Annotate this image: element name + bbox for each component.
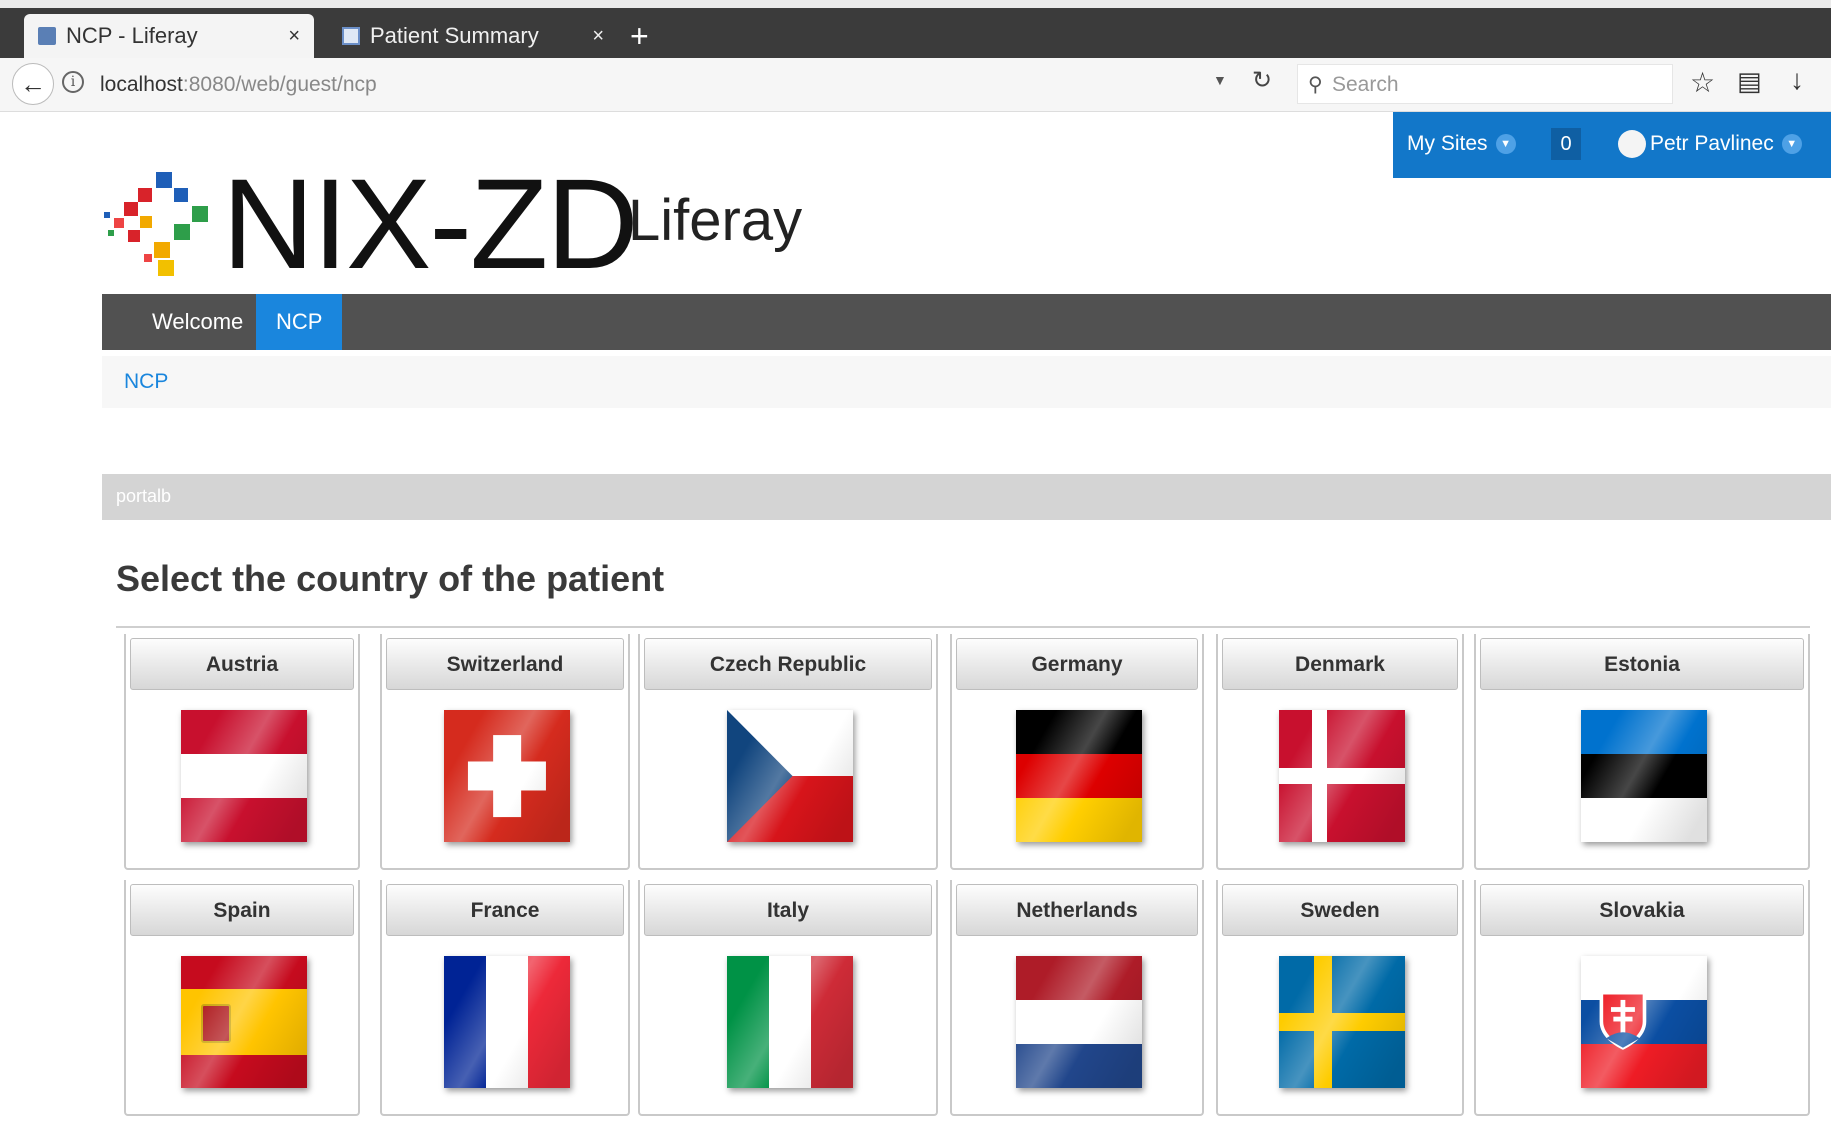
my-sites-menu[interactable]: My Sites ▼	[1407, 132, 1516, 156]
country-cell-france: France	[380, 880, 630, 1116]
tab-label: Patient Summary	[370, 23, 539, 48]
country-cell-italy: Italy	[638, 880, 938, 1116]
sweden-flag-icon[interactable]	[1279, 956, 1405, 1088]
breadcrumb: NCP	[102, 356, 1831, 408]
notification-count[interactable]: 0	[1551, 128, 1581, 160]
country-cell-spain: Spain	[124, 880, 360, 1116]
austria-flag-icon[interactable]	[181, 710, 307, 842]
my-sites-label: My Sites	[1407, 132, 1488, 155]
country-cell-sweden: Sweden	[1216, 880, 1464, 1116]
denmark-flag-icon[interactable]	[1279, 710, 1405, 842]
country-button-italy[interactable]: Italy	[644, 884, 932, 936]
spain-flag-icon[interactable]	[181, 956, 307, 1088]
document-favicon-icon	[342, 27, 360, 45]
germany-flag-icon[interactable]	[1016, 710, 1142, 842]
main-nav: Welcome NCP	[102, 294, 1831, 350]
search-input[interactable]: ⚲ Search	[1297, 64, 1673, 104]
portlet-title-bar: portalb	[102, 474, 1831, 520]
url-input[interactable]: localhost:8080/web/guest/ncp	[100, 68, 1280, 102]
country-button-france[interactable]: France	[386, 884, 624, 936]
nix-zd-logo-icon	[104, 172, 208, 276]
close-icon[interactable]: ×	[592, 25, 604, 48]
chevron-down-icon[interactable]: ▼	[1213, 72, 1227, 88]
netherlands-flag-icon[interactable]	[1016, 956, 1142, 1088]
country-cell-switzerland: Switzerland	[380, 634, 630, 870]
portlet-title: portalb	[116, 486, 172, 506]
bookmark-star-icon[interactable]: ☆	[1690, 66, 1715, 99]
country-button-estonia[interactable]: Estonia	[1480, 638, 1804, 690]
country-button-spain[interactable]: Spain	[130, 884, 354, 936]
country-cell-denmark: Denmark	[1216, 634, 1464, 870]
country-button-netherlands[interactable]: Netherlands	[956, 884, 1198, 936]
country-cell-estonia: Estonia	[1474, 634, 1810, 870]
url-path: :8080/web/guest/ncp	[182, 73, 377, 96]
page-title: Select the country of the patient	[116, 558, 665, 599]
country-button-germany[interactable]: Germany	[956, 638, 1198, 690]
tab-patient-summary[interactable]: Patient Summary ×	[328, 14, 618, 58]
country-button-denmark[interactable]: Denmark	[1222, 638, 1458, 690]
site-subtitle: Liferay	[628, 188, 803, 253]
user-name: Petr Pavlinec	[1650, 132, 1774, 155]
avatar	[1618, 130, 1646, 158]
estonia-flag-icon[interactable]	[1581, 710, 1707, 842]
browser-tab-bar: NCP - Liferay × Patient Summary × +	[0, 0, 1831, 58]
library-icon[interactable]: ▤	[1737, 66, 1762, 97]
reload-icon[interactable]: ↻	[1252, 66, 1272, 95]
close-icon[interactable]: ×	[288, 25, 300, 48]
liferay-favicon-icon	[38, 27, 56, 45]
chevron-down-icon: ▼	[1781, 134, 1802, 154]
italy-flag-icon[interactable]	[727, 956, 853, 1088]
country-grid: Austria Switzerland Czech Republic Germany D…	[122, 634, 1812, 1126]
nav-item-welcome[interactable]: Welcome	[132, 294, 263, 350]
liferay-dockbar: My Sites ▼ 0 Petr Pavlinec ▼	[1393, 112, 1831, 178]
search-placeholder: Search	[1332, 73, 1399, 96]
browser-toolbar: ← i localhost:8080/web/guest/ncp ▼ ↻ ⚲ S…	[0, 58, 1831, 112]
back-button[interactable]: ←	[12, 63, 54, 105]
country-button-slovakia[interactable]: Slovakia	[1480, 884, 1804, 936]
nav-item-ncp[interactable]: NCP	[256, 294, 343, 350]
country-button-switzerland[interactable]: Switzerland	[386, 638, 624, 690]
chevron-down-icon: ▼	[1495, 134, 1516, 155]
tab-label: NCP - Liferay	[66, 23, 198, 48]
czech-flag-icon[interactable]	[727, 710, 853, 842]
divider	[116, 626, 1810, 628]
france-flag-icon[interactable]	[444, 956, 570, 1088]
new-tab-button[interactable]: +	[630, 16, 649, 56]
url-host: localhost	[100, 73, 183, 96]
download-icon[interactable]: ↓	[1790, 64, 1804, 96]
country-cell-slovakia: Slovakia	[1474, 880, 1810, 1116]
tab-ncp-liferay[interactable]: NCP - Liferay ×	[24, 14, 314, 58]
switzerland-flag-icon[interactable]	[444, 710, 570, 842]
country-button-sweden[interactable]: Sweden	[1222, 884, 1458, 936]
country-cell-germany: Germany	[950, 634, 1204, 870]
slovakia-flag-icon[interactable]	[1581, 956, 1707, 1088]
country-cell-austria: Austria	[124, 634, 360, 870]
country-button-czech-republic[interactable]: Czech Republic	[644, 638, 932, 690]
user-menu[interactable]: Petr Pavlinec ▼	[1618, 130, 1802, 158]
search-icon: ⚲	[1308, 74, 1323, 96]
country-button-austria[interactable]: Austria	[130, 638, 354, 690]
breadcrumb-link[interactable]: NCP	[124, 370, 168, 394]
info-icon[interactable]: i	[62, 71, 84, 93]
site-title[interactable]: NIX-ZD	[222, 160, 639, 290]
country-cell-czech-republic: Czech Republic	[638, 634, 938, 870]
country-cell-netherlands: Netherlands	[950, 880, 1204, 1116]
